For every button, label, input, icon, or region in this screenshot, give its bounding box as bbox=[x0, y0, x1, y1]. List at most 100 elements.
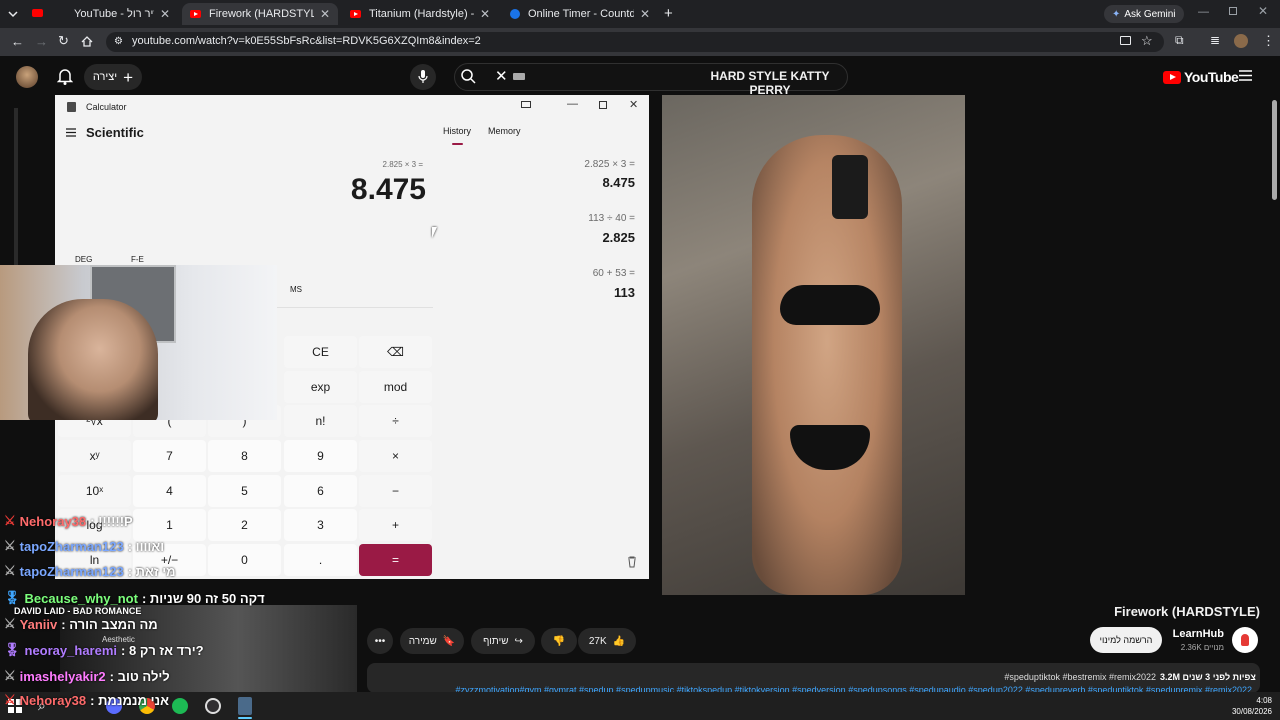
factorial-button[interactable]: n! bbox=[284, 405, 357, 437]
power-button[interactable]: xʸ bbox=[58, 440, 131, 472]
history-result[interactable]: 2.825 bbox=[602, 230, 635, 245]
microphone-icon bbox=[418, 70, 428, 83]
subscribe-button[interactable]: הרשמה למינוי bbox=[1090, 627, 1162, 653]
fe-button[interactable]: F-E bbox=[131, 255, 144, 264]
tab-youtube-abba[interactable]: YouTube - אבא קריר רול ✕ bbox=[66, 3, 178, 25]
site-info-icon[interactable]: ⚙ bbox=[114, 36, 123, 47]
share-label: שיתוף bbox=[483, 635, 509, 647]
clear-entry-button[interactable]: CE bbox=[284, 336, 357, 368]
chat-text: : אני מנמנמת bbox=[90, 692, 169, 708]
exp-button[interactable]: exp bbox=[284, 371, 357, 403]
share-button[interactable]: שיתוף ↪ bbox=[471, 628, 535, 654]
minimize-window-icon[interactable]: — bbox=[1198, 6, 1209, 18]
tab-search-icon[interactable] bbox=[6, 7, 20, 21]
save-button[interactable]: שמירה 🔖 bbox=[400, 628, 464, 654]
close-window-icon[interactable]: ✕ bbox=[1258, 4, 1268, 18]
video-title: Firework (HARDSTYLE) bbox=[1114, 604, 1260, 619]
close-tab-icon[interactable]: ✕ bbox=[160, 7, 170, 21]
close-tab-icon[interactable]: ✕ bbox=[320, 7, 330, 21]
tab-online-timer[interactable]: Online Timer - Countdown - vC ✕ bbox=[502, 3, 658, 25]
angle-unit-button[interactable]: DEG bbox=[75, 255, 92, 264]
ask-gemini-button[interactable]: ✦ Ask Gemini bbox=[1104, 5, 1184, 23]
spotify-taskbar-icon[interactable] bbox=[172, 698, 188, 714]
extensions-icon[interactable]: ⧉ bbox=[1175, 33, 1184, 48]
search-input[interactable]: HARD STYLE KATTY PERRY bbox=[700, 69, 840, 97]
digit-3-button[interactable]: 3 bbox=[284, 509, 357, 541]
divide-button[interactable]: ÷ bbox=[359, 405, 432, 437]
keyboard-icon[interactable] bbox=[513, 73, 525, 80]
keep-on-top-icon[interactable] bbox=[521, 101, 531, 108]
navigation-menu-icon[interactable] bbox=[66, 128, 76, 137]
digit-1-button[interactable]: 1 bbox=[133, 509, 206, 541]
install-app-icon[interactable] bbox=[1120, 36, 1131, 45]
back-icon[interactable]: ← bbox=[11, 34, 24, 49]
calculator-taskbar-icon[interactable] bbox=[238, 697, 252, 715]
digit-8-button[interactable]: 8 bbox=[208, 440, 281, 472]
create-button[interactable]: יצירה + bbox=[84, 64, 142, 90]
digit-2-button[interactable]: 2 bbox=[208, 509, 281, 541]
chat-nick: imashelyakir2 bbox=[19, 668, 106, 684]
reload-icon[interactable]: ↻ bbox=[58, 33, 69, 49]
obs-taskbar-icon[interactable] bbox=[205, 698, 221, 714]
youtube-logo[interactable]: YouTube bbox=[1163, 69, 1239, 85]
channel-avatar[interactable] bbox=[1232, 627, 1258, 653]
mod-button[interactable]: mod bbox=[359, 371, 432, 403]
restore-window-icon[interactable] bbox=[1229, 7, 1237, 15]
digit-0-button[interactable]: 0 bbox=[208, 544, 281, 576]
multiply-button[interactable]: × bbox=[359, 440, 432, 472]
page-scrollbar[interactable] bbox=[1272, 100, 1277, 200]
close-tab-icon[interactable]: ✕ bbox=[640, 7, 650, 21]
decimal-button[interactable]: . bbox=[284, 544, 357, 576]
minus-button[interactable]: − bbox=[359, 475, 432, 507]
tab-titanium[interactable]: Titanium (Hardstyle) - YouTube ✕ bbox=[342, 3, 498, 25]
browser-menu-icon[interactable]: ⋮ bbox=[1262, 33, 1275, 49]
search-icon[interactable] bbox=[461, 69, 476, 84]
digit-7-button[interactable]: 7 bbox=[133, 440, 206, 472]
ten-power-button[interactable]: 10ˣ bbox=[58, 475, 131, 507]
history-result[interactable]: 8.475 bbox=[602, 175, 635, 190]
digit-6-button[interactable]: 6 bbox=[284, 475, 357, 507]
like-button[interactable]: 27K 👍 bbox=[578, 628, 636, 654]
backspace-button[interactable]: ⌫ bbox=[359, 336, 432, 368]
tab-history[interactable]: History bbox=[443, 126, 471, 136]
memory-store-button[interactable]: MS bbox=[290, 285, 302, 294]
forward-icon[interactable]: → bbox=[35, 34, 48, 49]
digit-9-button[interactable]: 9 bbox=[284, 440, 357, 472]
new-tab-button[interactable]: + bbox=[664, 5, 673, 22]
dislike-button[interactable]: 👎 bbox=[541, 628, 577, 654]
system-clock[interactable]: 4:08 30/08/2026 bbox=[1232, 695, 1272, 717]
plus-button[interactable]: + bbox=[359, 509, 432, 541]
clear-search-icon[interactable]: ✕ bbox=[495, 67, 508, 85]
video-player[interactable] bbox=[662, 95, 965, 595]
chat-nick: tapoZharman123 bbox=[19, 538, 124, 554]
clear-history-icon[interactable] bbox=[627, 556, 637, 568]
calc-minimize-icon[interactable]: — bbox=[567, 98, 578, 110]
youtube-favicon-icon bbox=[190, 10, 201, 18]
chat-message: ⚔ tapoZharman123 : מי זאת bbox=[4, 563, 176, 579]
digit-4-button[interactable]: 4 bbox=[133, 475, 206, 507]
history-result[interactable]: 113 bbox=[614, 285, 635, 300]
tab-label: Firework (HARDSTYLE) - YouTube bbox=[209, 8, 314, 20]
equals-button[interactable]: = bbox=[359, 544, 432, 576]
close-tab-icon[interactable]: ✕ bbox=[480, 7, 490, 21]
notifications-bell-icon[interactable] bbox=[57, 67, 73, 85]
digit-5-button[interactable]: 5 bbox=[208, 475, 281, 507]
webcam-person bbox=[28, 299, 158, 420]
calculator-title: Calculator bbox=[86, 102, 127, 112]
bookmark-star-icon[interactable]: ☆ bbox=[1141, 33, 1153, 49]
calc-maximize-icon[interactable] bbox=[599, 101, 607, 109]
more-actions-button[interactable]: ••• bbox=[367, 628, 393, 654]
calc-close-icon[interactable]: ✕ bbox=[629, 98, 638, 111]
profile-avatar[interactable] bbox=[1234, 34, 1248, 48]
tab-firework[interactable]: Firework (HARDSTYLE) - YouTube ✕ bbox=[182, 3, 338, 25]
taskbar bbox=[0, 692, 1280, 720]
account-avatar[interactable] bbox=[16, 66, 38, 88]
pinned-tab-youtube[interactable] bbox=[32, 9, 43, 17]
channel-name[interactable]: LearnHub bbox=[1160, 628, 1224, 640]
tab-memory[interactable]: Memory bbox=[488, 126, 521, 136]
media-controls-icon[interactable]: ≣ bbox=[1210, 33, 1220, 47]
home-icon[interactable] bbox=[81, 36, 93, 47]
user-badge-icon: ⚔ bbox=[4, 668, 16, 683]
guide-menu-icon[interactable] bbox=[1239, 70, 1252, 81]
voice-search-button[interactable] bbox=[410, 64, 436, 90]
